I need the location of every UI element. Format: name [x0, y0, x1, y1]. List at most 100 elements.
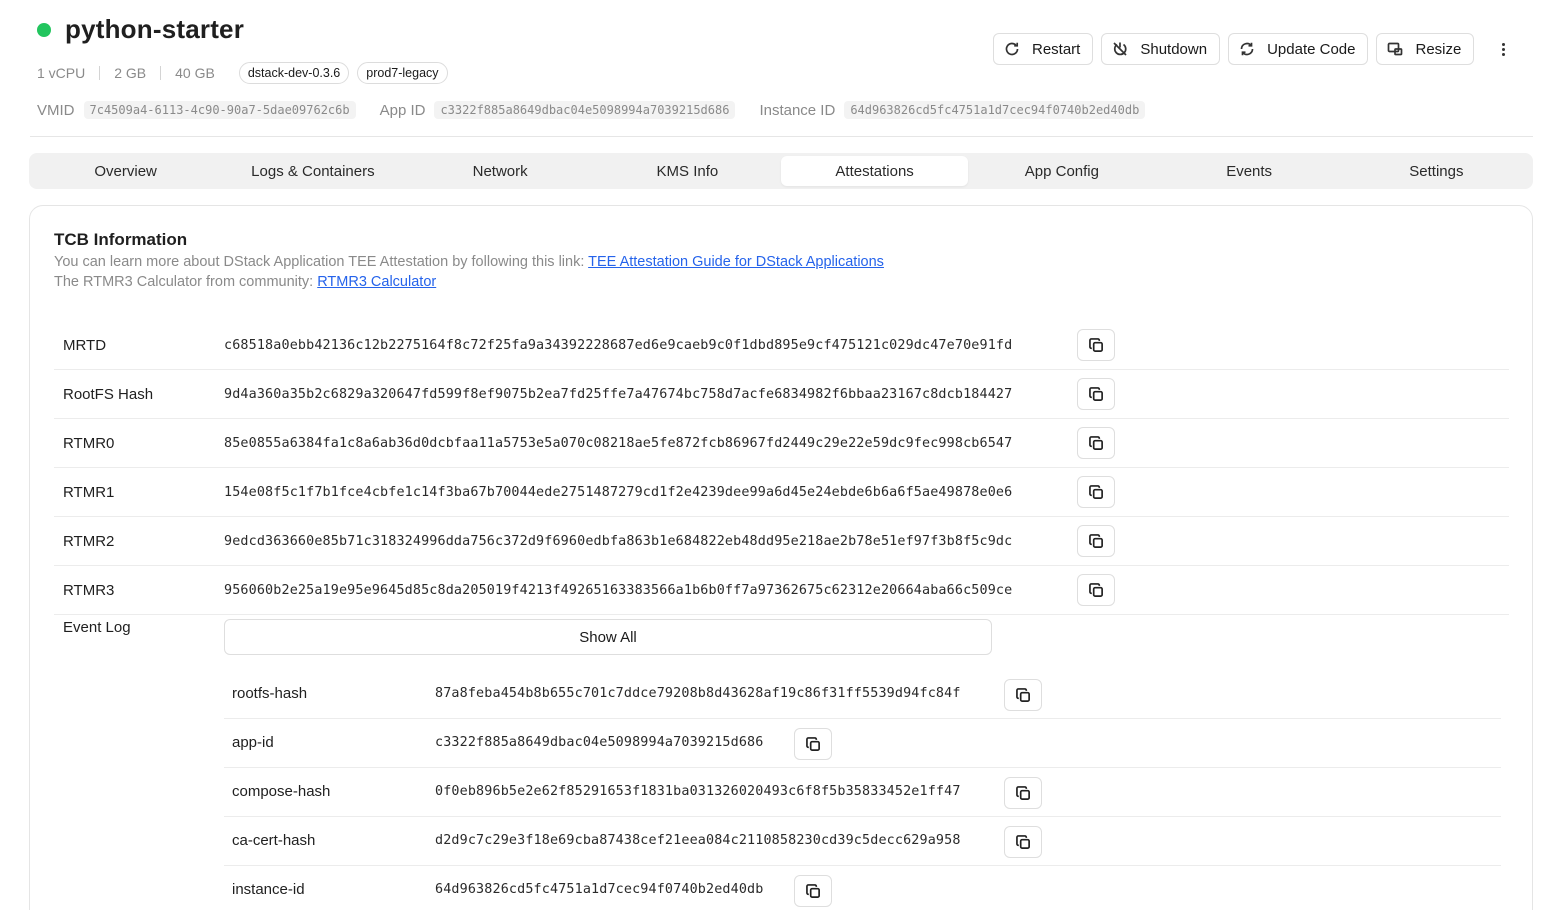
- restart-button[interactable]: Restart: [993, 33, 1094, 65]
- spec-divider: [160, 66, 162, 80]
- refresh-icon: [1240, 42, 1254, 56]
- event-key: app-id: [232, 734, 274, 751]
- copy-icon: [1088, 386, 1103, 401]
- event-value: d2d9c7c29e3f18e69cba87438cef21eea084c211…: [435, 833, 961, 848]
- app-title: python-starter: [65, 14, 245, 44]
- copy-button[interactable]: [1004, 826, 1042, 858]
- event-key: compose-hash: [232, 783, 331, 800]
- tab-logs-containers[interactable]: Logs & Containers: [219, 156, 406, 186]
- app-id-value: c3322f885a8649dbac04e5098994a7039215d686: [434, 101, 736, 119]
- tcb-row-rtmr3: RTMR3 956060b2e25a19e95e9645d85c8da20501…: [54, 566, 1509, 615]
- tcb-title: TCB Information: [54, 230, 188, 249]
- copy-icon: [1088, 435, 1103, 450]
- copy-icon: [1088, 337, 1103, 352]
- tcb-row-value: 956060b2e25a19e95e9645d85c8da205019f4213…: [224, 582, 1013, 598]
- event-row-compose-hash: compose-hash 0f0eb896b5e2e62f85291653f18…: [224, 768, 1501, 817]
- copy-button[interactable]: [1077, 378, 1115, 410]
- tab-network[interactable]: Network: [407, 156, 594, 186]
- tab-events[interactable]: Events: [1156, 156, 1343, 186]
- tcb-row-rtmr0: RTMR0 85e0855a6384fa1c8a6ab36d0dcbfaa11a…: [54, 419, 1509, 468]
- tcb-row-rtmr1: RTMR1 154e08f5c1f7b1fce4cbfe1c14f3ba67b7…: [54, 468, 1509, 517]
- resize-button[interactable]: Resize: [1376, 33, 1475, 65]
- more-options-icon[interactable]: [1492, 33, 1514, 65]
- app-header: python-starter 1 vCPU 2 GB 40 GB dstack-…: [0, 0, 1552, 138]
- shutdown-button[interactable]: Shutdown: [1101, 33, 1221, 65]
- tab-attestations[interactable]: Attestations: [781, 156, 969, 186]
- tcb-row-label: RootFS Hash: [63, 385, 154, 403]
- copy-icon: [1088, 533, 1103, 548]
- tcb-row-label: RTMR0: [63, 434, 115, 452]
- tcb-calc: The RTMR3 Calculator from community: RTM…: [54, 274, 436, 290]
- tab-bar: Overview Logs & Containers Network KMS I…: [29, 153, 1533, 189]
- copy-icon: [1015, 834, 1030, 849]
- tcb-row-label: RTMR2: [63, 532, 115, 550]
- tcb-row-rootfs-hash: RootFS Hash 9d4a360a35b2c6829a320647fd59…: [54, 370, 1509, 419]
- tcb-intro-text: You can learn more about DStack Applicat…: [54, 254, 589, 270]
- event-key: ca-cert-hash: [232, 832, 316, 849]
- vmid-value: 7c4509a4-6113-4c90-90a7-5dae09762c6b: [83, 101, 356, 119]
- tag-image: dstack-dev-0.3.6: [238, 62, 350, 84]
- tab-settings[interactable]: Settings: [1343, 156, 1530, 186]
- event-key: rootfs-hash: [232, 685, 308, 702]
- tcb-row-label: RTMR1: [63, 483, 115, 501]
- event-row-ca-cert-hash: ca-cert-hash d2d9c7c29e3f18e69cba87438ce…: [224, 817, 1501, 866]
- power-off-icon: [1113, 42, 1127, 56]
- app-identifiers: VMID 7c4509a4-6113-4c90-90a7-5dae09762c6…: [37, 99, 1169, 121]
- tab-overview[interactable]: Overview: [32, 156, 219, 186]
- spec-memory: 2 GB: [114, 65, 147, 81]
- copy-button[interactable]: [794, 875, 832, 907]
- vmid-label: VMID: [37, 101, 75, 119]
- tcb-row-value: 85e0855a6384fa1c8a6ab36d0dcbfaa11a5753e5…: [224, 435, 1013, 451]
- event-value: 87a8feba454b8b655c701c7ddce79208b8d43628…: [435, 686, 961, 701]
- event-row-instance-id: instance-id 64d963826cd5fc4751a1d7cec94f…: [224, 866, 1501, 910]
- spec-cpu: 1 vCPU: [37, 65, 86, 81]
- event-value: 0f0eb896b5e2e62f85291653f1831ba031326020…: [435, 784, 961, 799]
- event-log-table: rootfs-hash 87a8feba454b8b655c701c7ddce7…: [224, 670, 1501, 910]
- copy-button[interactable]: [1077, 574, 1115, 606]
- copy-button[interactable]: [1004, 777, 1042, 809]
- copy-button[interactable]: [1077, 476, 1115, 508]
- spec-disk: 40 GB: [175, 65, 215, 81]
- tcb-table: MRTD c68518a0ebb42136c12b2275164f8c72f25…: [54, 321, 1509, 615]
- tcb-row-value: 9d4a360a35b2c6829a320647fd599f8ef9075b2e…: [224, 386, 1013, 402]
- instance-id-label: Instance ID: [759, 101, 836, 119]
- copy-icon: [1015, 687, 1030, 702]
- app-id-label: App ID: [379, 101, 426, 119]
- status-indicator: [37, 23, 51, 37]
- tab-app-config[interactable]: App Config: [968, 156, 1155, 186]
- copy-icon: [1088, 582, 1103, 597]
- tab-kms-info[interactable]: KMS Info: [594, 156, 781, 186]
- attestation-guide-link[interactable]: TEE Attestation Guide for DStack Applica…: [588, 254, 884, 270]
- tag-node: prod7-legacy: [357, 62, 448, 84]
- instance-id-value: 64d963826cd5fc4751a1d7cec94f0740b2ed40db: [844, 101, 1146, 119]
- copy-button[interactable]: [1077, 427, 1115, 459]
- copy-button[interactable]: [1004, 679, 1042, 711]
- tcb-card: TCB Information You can learn more about…: [29, 205, 1533, 910]
- tcb-row-value: 9edcd363660e85b71c318324996dda756c372d9f…: [224, 533, 1013, 549]
- event-row-app-id: app-id c3322f885a8649dbac04e5098994a7039…: [224, 719, 1501, 768]
- event-row-rootfs-hash: rootfs-hash 87a8feba454b8b655c701c7ddce7…: [224, 670, 1501, 719]
- tcb-row-rtmr2: RTMR2 9edcd363660e85b71c318324996dda756c…: [54, 517, 1509, 566]
- copy-button[interactable]: [1077, 525, 1115, 557]
- header-divider: [30, 136, 1533, 137]
- event-value: c3322f885a8649dbac04e5098994a7039215d686: [435, 735, 764, 750]
- restart-icon: [1005, 42, 1019, 56]
- copy-button[interactable]: [794, 728, 832, 760]
- tcb-row-label: RTMR3: [63, 581, 115, 599]
- copy-icon: [1015, 785, 1030, 800]
- event-log-section: Event Log Show All rootfs-hash 87a8feba4…: [54, 616, 1509, 910]
- update-code-button[interactable]: Update Code: [1228, 33, 1369, 65]
- tcb-calc-text: The RTMR3 Calculator from community:: [54, 274, 318, 290]
- resize-label: Resize: [1415, 40, 1462, 58]
- show-all-button[interactable]: Show All: [224, 619, 992, 655]
- tcb-row-label: MRTD: [63, 336, 107, 354]
- tcb-row-mrtd: MRTD c68518a0ebb42136c12b2275164f8c72f25…: [54, 321, 1509, 370]
- action-bar: Restart Shutdown Update Code Resize: [993, 33, 1514, 65]
- copy-button[interactable]: [1077, 329, 1115, 361]
- rtmr3-calculator-link[interactable]: RTMR3 Calculator: [317, 274, 436, 290]
- event-log-label: Event Log: [63, 619, 131, 636]
- event-key: instance-id: [232, 881, 305, 898]
- update-code-label: Update Code: [1267, 40, 1356, 58]
- event-value: 64d963826cd5fc4751a1d7cec94f0740b2ed40db: [435, 882, 764, 897]
- restart-label: Restart: [1032, 40, 1081, 58]
